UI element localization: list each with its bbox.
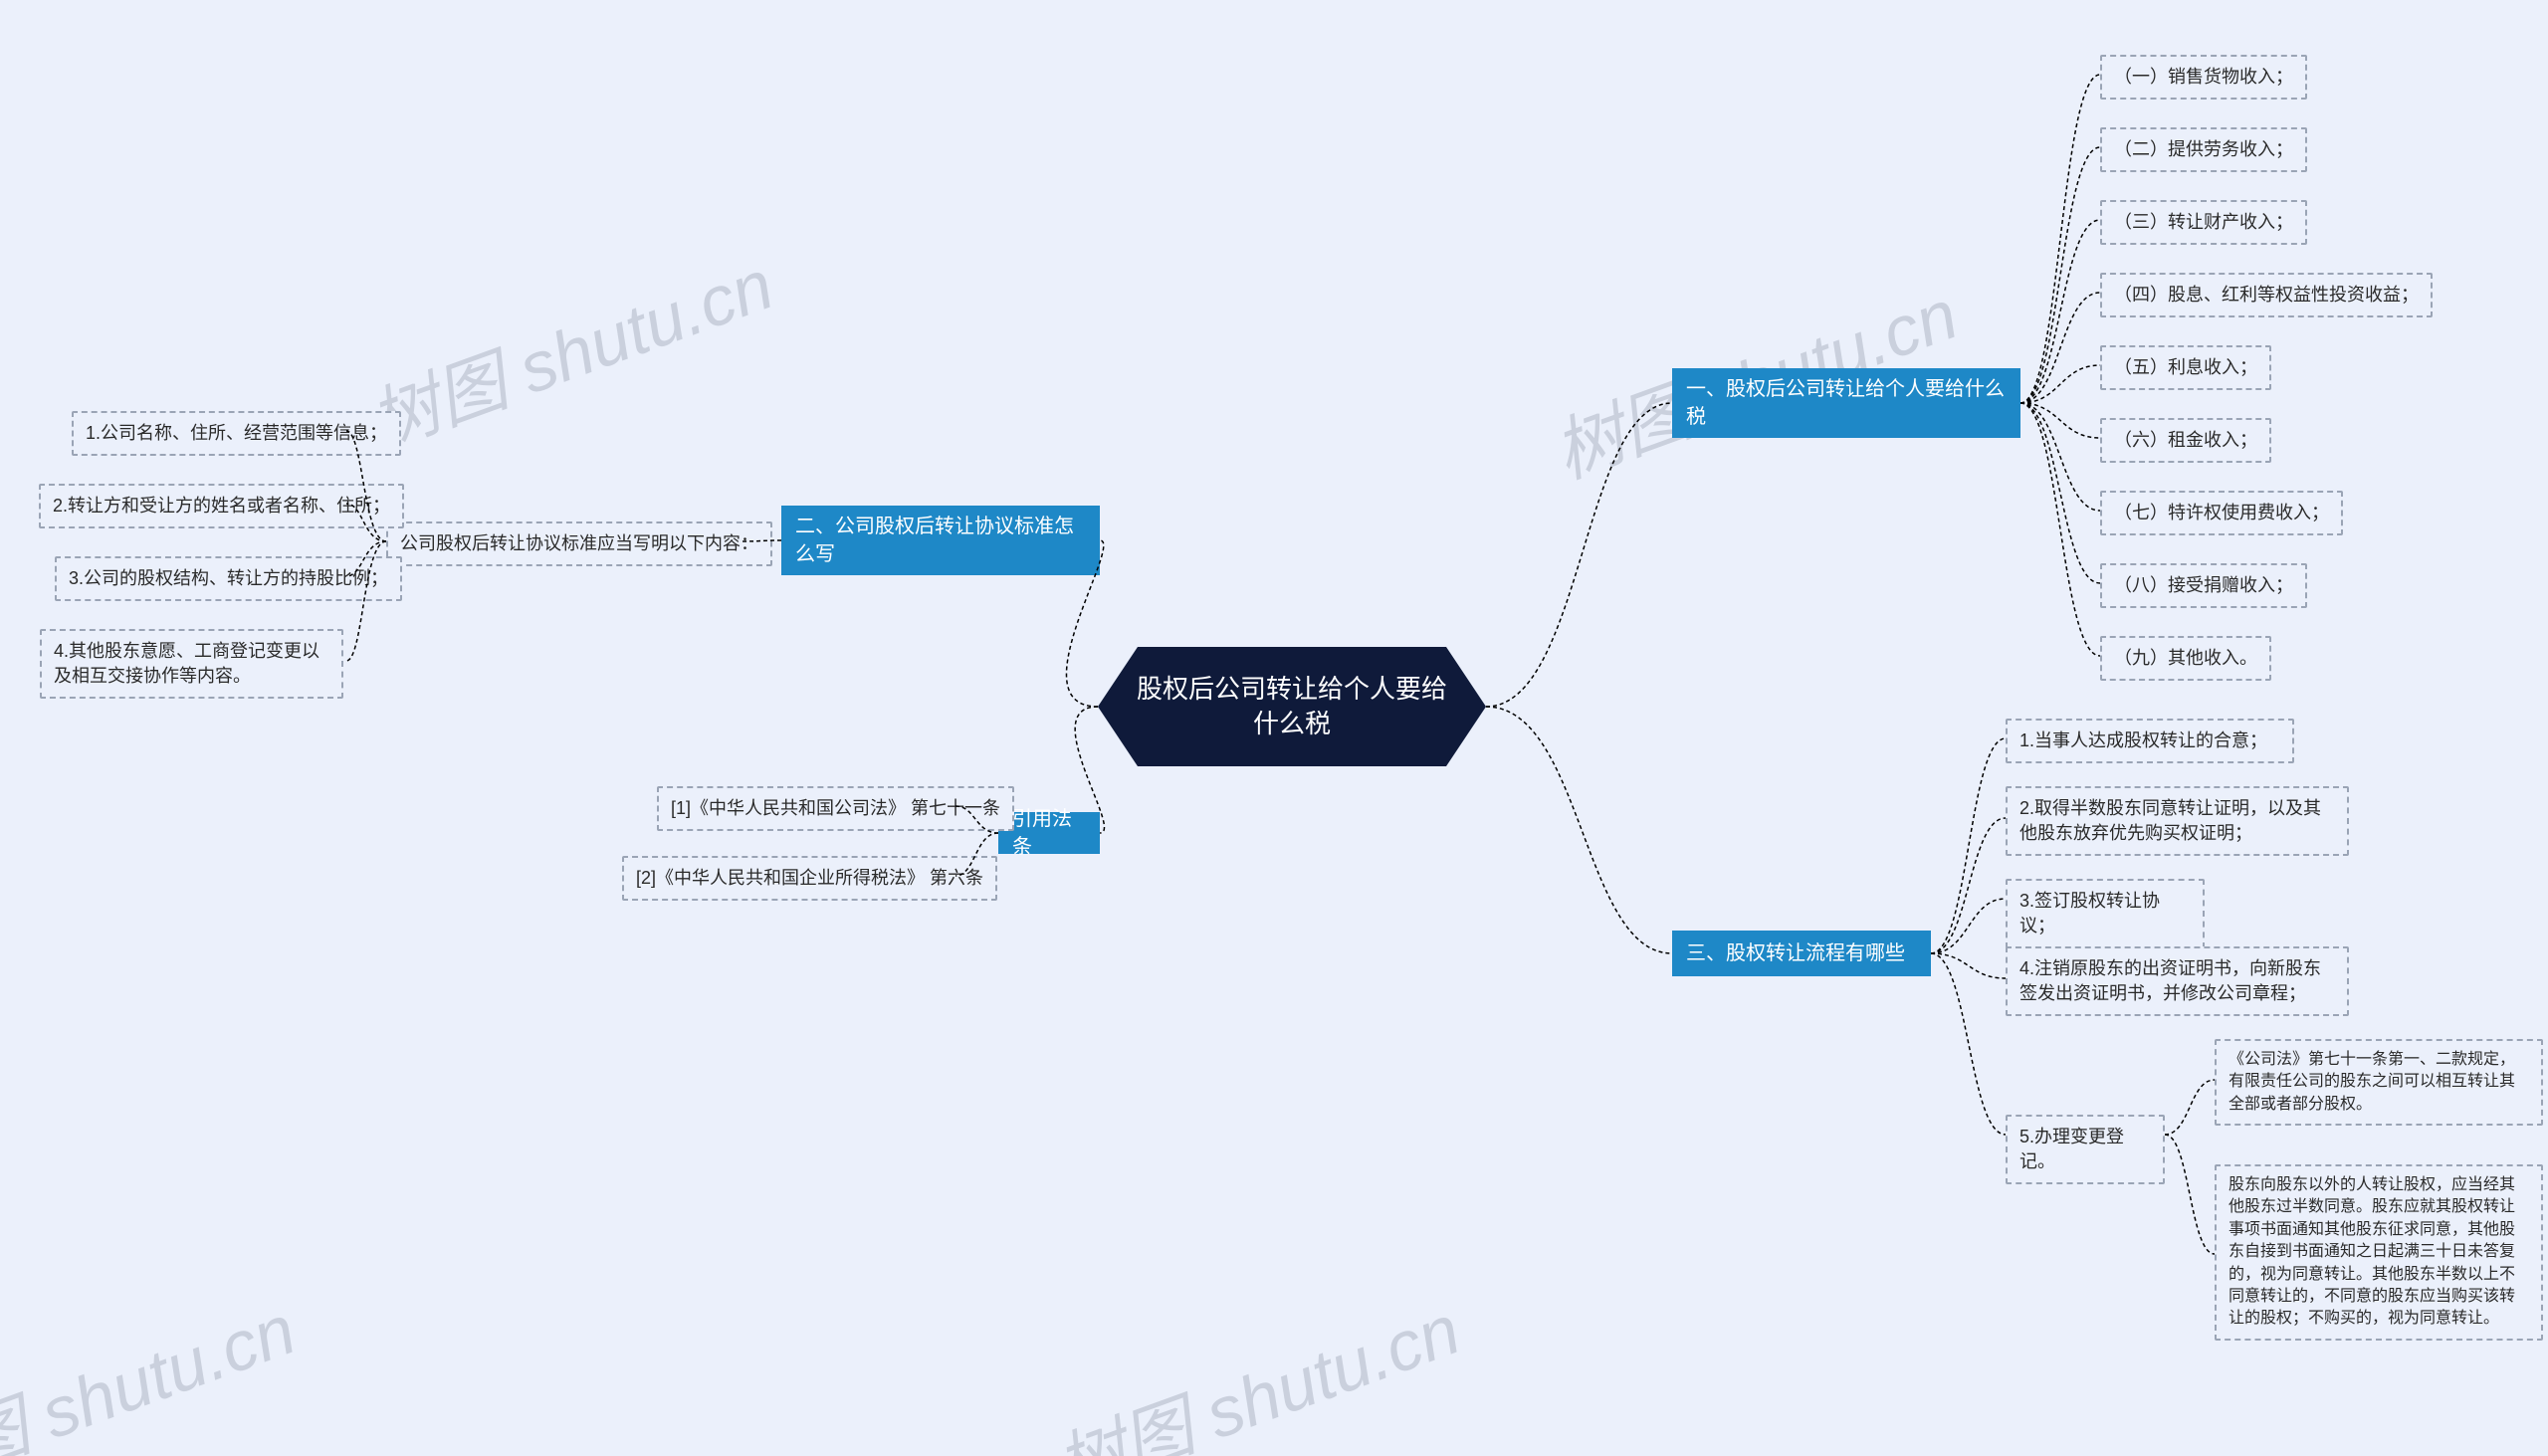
b1-leaf-3[interactable]: （四）股息、红利等权益性投资收益； (2100, 273, 2433, 317)
b1-leaf-0-text: （一）销售货物收入； (2114, 65, 2293, 90)
b2-leaf-0[interactable]: 1.公司名称、住所、经营范围等信息； (72, 411, 401, 456)
branch-1-title: 一、股权后公司转让给个人要给什么税 (1686, 375, 2007, 431)
b3-leaf-2-text: 3.签订股权转让协议； (2019, 889, 2191, 938)
b4-leaf-0[interactable]: [1]《中华人民共和国公司法》 第七十一条 (657, 786, 1014, 831)
b3-leaf-0[interactable]: 1.当事人达成股权转让的合意； (2006, 719, 2294, 763)
branch-2[interactable]: 二、公司股权后转让协议标准怎么写 (781, 506, 1100, 575)
b2-leaf-2[interactable]: 3.公司的股权结构、转让方的持股比例； (55, 556, 402, 601)
b2-leaf-0-text: 1.公司名称、住所、经营范围等信息； (86, 421, 387, 446)
b2-sub[interactable]: 公司股权后转让协议标准应当写明以下内容： (386, 521, 772, 566)
b3-leaf-4-text: 5.办理变更登记。 (2019, 1125, 2151, 1174)
b1-leaf-1[interactable]: （二）提供劳务收入； (2100, 127, 2307, 172)
branch-3[interactable]: 三、股权转让流程有哪些 (1672, 931, 1931, 976)
watermark: 树图 shutu.cn (354, 230, 785, 469)
b1-leaf-8[interactable]: （九）其他收入。 (2100, 636, 2271, 681)
branch-4-title: 引用法条 (1012, 805, 1086, 861)
branch-2-title: 二、公司股权后转让协议标准怎么写 (795, 513, 1086, 568)
b1-leaf-6-text: （七）特许权使用费收入； (2114, 501, 2329, 525)
b3-leaf-2[interactable]: 3.签订股权转让协议； (2006, 879, 2205, 948)
b3-sub5-1[interactable]: 股东向股东以外的人转让股权，应当经其他股东过半数同意。股东应就其股权转让事项书面… (2215, 1164, 2543, 1341)
mindmap-canvas: 树图 shutu.cn 树图 shutu.cn 树图 shutu.cn 树图 s… (0, 0, 2548, 1456)
b1-leaf-1-text: （二）提供劳务收入； (2114, 137, 2293, 162)
b1-leaf-8-text: （九）其他收入。 (2114, 646, 2257, 671)
b3-sub5-0[interactable]: 《公司法》第七十一条第一、二款规定，有限责任公司的股东之间可以相互转让其全部或者… (2215, 1039, 2543, 1126)
b1-leaf-2-text: （三）转让财产收入； (2114, 210, 2293, 235)
b3-leaf-1[interactable]: 2.取得半数股东同意转让证明，以及其他股东放弃优先购买权证明； (2006, 786, 2349, 856)
b1-leaf-3-text: （四）股息、红利等权益性投资收益； (2114, 283, 2419, 308)
b3-leaf-1-text: 2.取得半数股东同意转让证明，以及其他股东放弃优先购买权证明； (2019, 796, 2335, 846)
watermark: 树图 shutu.cn (1041, 1275, 1472, 1456)
b2-leaf-1-text: 2.转让方和受让方的姓名或者名称、住所； (53, 494, 390, 519)
b2-leaf-3-text: 4.其他股东意愿、工商登记变更以及相互交接协作等内容。 (54, 639, 329, 689)
b4-leaf-0-text: [1]《中华人民共和国公司法》 第七十一条 (671, 796, 1000, 821)
b1-leaf-7-text: （八）接受捐赠收入； (2114, 573, 2293, 598)
root-node[interactable]: 股权后公司转让给个人要给什么税 (1098, 647, 1486, 766)
b2-leaf-1[interactable]: 2.转让方和受让方的姓名或者名称、住所； (39, 484, 404, 528)
root-title: 股权后公司转让给个人要给什么税 (1128, 672, 1456, 741)
b1-leaf-7[interactable]: （八）接受捐赠收入； (2100, 563, 2307, 608)
b1-leaf-4[interactable]: （五）利息收入； (2100, 345, 2271, 390)
b2-sub-text: 公司股权后转让协议标准应当写明以下内容： (400, 531, 758, 556)
branch-1[interactable]: 一、股权后公司转让给个人要给什么税 (1672, 368, 2020, 438)
b1-leaf-5-text: （六）租金收入； (2114, 428, 2257, 453)
b3-sub5-1-text: 股东向股东以外的人转让股权，应当经其他股东过半数同意。股东应就其股权转让事项书面… (2229, 1174, 2529, 1331)
branch-3-title: 三、股权转让流程有哪些 (1686, 939, 1905, 967)
b3-leaf-3-text: 4.注销原股东的出资证明书，向新股东签发出资证明书，并修改公司章程； (2019, 956, 2335, 1006)
b1-leaf-2[interactable]: （三）转让财产收入； (2100, 200, 2307, 245)
b4-leaf-1-text: [2]《中华人民共和国企业所得税法》 第六条 (636, 866, 983, 891)
b1-leaf-0[interactable]: （一）销售货物收入； (2100, 55, 2307, 100)
b1-leaf-6[interactable]: （七）特许权使用费收入； (2100, 491, 2343, 535)
b3-leaf-0-text: 1.当事人达成股权转让的合意； (2019, 728, 2267, 753)
b4-leaf-1[interactable]: [2]《中华人民共和国企业所得税法》 第六条 (622, 856, 997, 901)
b1-leaf-5[interactable]: （六）租金收入； (2100, 418, 2271, 463)
b2-leaf-2-text: 3.公司的股权结构、转让方的持股比例； (69, 566, 388, 591)
b1-leaf-4-text: （五）利息收入； (2114, 355, 2257, 380)
b2-leaf-3[interactable]: 4.其他股东意愿、工商登记变更以及相互交接协作等内容。 (40, 629, 343, 699)
b3-leaf-4[interactable]: 5.办理变更登记。 (2006, 1115, 2165, 1184)
watermark: 树图 shutu.cn (0, 1275, 308, 1456)
b3-leaf-3[interactable]: 4.注销原股东的出资证明书，向新股东签发出资证明书，并修改公司章程； (2006, 946, 2349, 1016)
b3-sub5-0-text: 《公司法》第七十一条第一、二款规定，有限责任公司的股东之间可以相互转让其全部或者… (2229, 1049, 2529, 1116)
